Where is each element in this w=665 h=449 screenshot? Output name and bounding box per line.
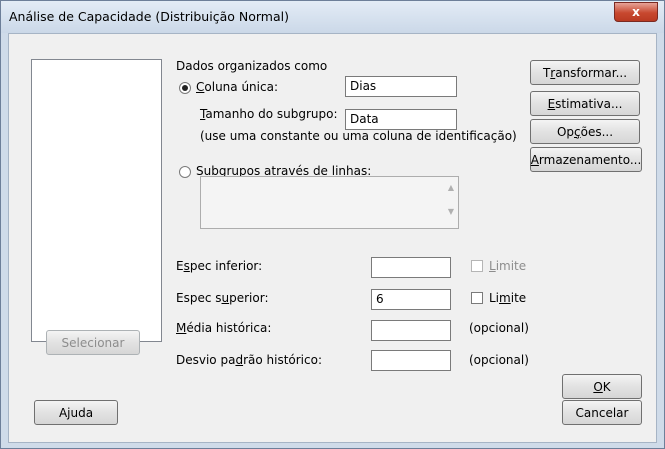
historical-sd-note: (opcional) bbox=[469, 353, 529, 367]
upper-limit-label[interactable]: Limite bbox=[489, 291, 526, 305]
close-icon: x bbox=[632, 5, 640, 19]
rows-subgroups-input[interactable]: ▲ ▼ bbox=[200, 176, 459, 229]
single-column-label[interactable]: Coluna única: bbox=[196, 80, 278, 94]
scroll-up-icon: ▲ bbox=[447, 183, 454, 192]
single-column-radio[interactable] bbox=[179, 82, 191, 94]
historical-sd-label: Desvio padrão histórico: bbox=[176, 353, 322, 367]
variables-listbox[interactable] bbox=[31, 59, 162, 342]
lower-limit-checkbox[interactable] bbox=[471, 260, 483, 272]
dialog-window: Análise de Capacidade (Distribuição Norm… bbox=[0, 0, 665, 449]
single-column-input[interactable]: Dias bbox=[345, 76, 457, 97]
transform-button[interactable]: Tr ansformar... bbox=[530, 60, 640, 85]
lower-limit-label: Limite bbox=[489, 259, 527, 273]
storage-button[interactable]: Armazenamento... bbox=[530, 147, 642, 172]
upper-spec-label: Espec superior: bbox=[176, 291, 269, 305]
close-button[interactable]: x bbox=[614, 2, 658, 22]
data-organized-heading: Dados organizados como bbox=[176, 59, 328, 73]
historical-sd-input[interactable] bbox=[371, 350, 451, 371]
upper-spec-input[interactable]: 6 bbox=[371, 289, 451, 310]
subgroup-size-label: Tamanho do subgrupo: bbox=[200, 107, 338, 121]
ok-button[interactable]: OK bbox=[562, 374, 642, 399]
dialog-body: Dados organizados como Coluna única: Dia… bbox=[8, 33, 657, 443]
radio-selected-dot bbox=[182, 85, 188, 91]
rows-subgroups-radio[interactable] bbox=[179, 166, 191, 178]
upper-limit-checkbox[interactable] bbox=[471, 292, 483, 304]
historical-mean-input[interactable] bbox=[371, 320, 451, 341]
subgroup-size-input[interactable]: Data bbox=[345, 109, 457, 130]
scroll-down-icon: ▼ bbox=[447, 207, 454, 216]
dialog-title: Análise de Capacidade (Distribuição Norm… bbox=[9, 9, 289, 24]
help-button[interactable]: Ajuda bbox=[34, 400, 118, 425]
select-button[interactable]: Selecionar bbox=[46, 330, 140, 355]
lower-spec-label: Espec inferior: bbox=[176, 259, 263, 273]
lower-spec-input[interactable] bbox=[371, 257, 451, 278]
options-button[interactable]: Op ç ões... bbox=[530, 119, 640, 144]
historical-mean-note: (opcional) bbox=[469, 321, 529, 335]
subgroup-hint: (use uma constante ou uma coluna de iden… bbox=[200, 129, 517, 143]
historical-mean-label: Média histórica: bbox=[176, 321, 272, 335]
estimate-button[interactable]: Estimativa... bbox=[530, 91, 640, 116]
title-bar: Análise de Capacidade (Distribuição Norm… bbox=[1, 1, 664, 33]
cancel-button[interactable]: Cancelar bbox=[562, 400, 642, 425]
